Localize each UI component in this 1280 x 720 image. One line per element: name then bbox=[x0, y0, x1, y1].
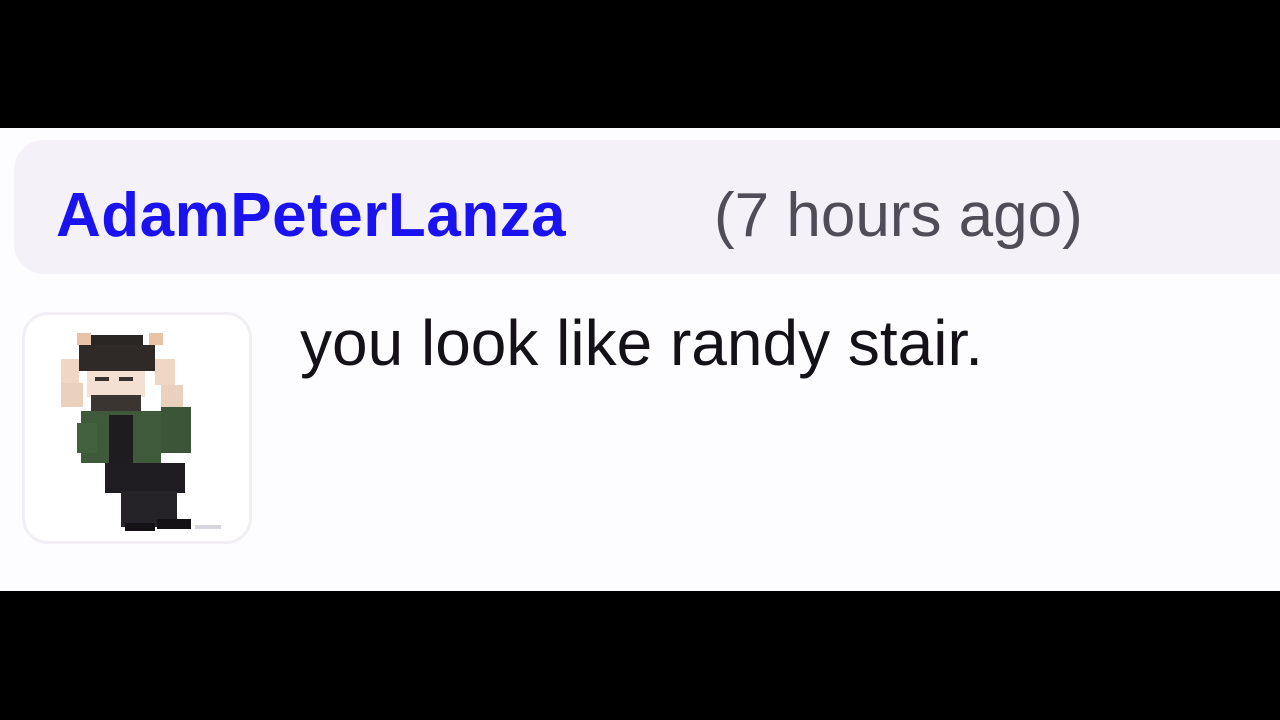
avatar[interactable] bbox=[22, 312, 252, 544]
username-link[interactable]: AdamPeterLanza bbox=[56, 176, 566, 256]
comment-card: AdamPeterLanza (7 hours ago) you look li… bbox=[0, 128, 1280, 591]
comment-header: AdamPeterLanza (7 hours ago) bbox=[14, 140, 1280, 274]
pixel-art-character-avatar-icon bbox=[61, 333, 221, 531]
comment-timestamp: (7 hours ago) bbox=[714, 181, 1083, 250]
letterbox-top bbox=[0, 0, 1280, 128]
letterbox-bottom bbox=[0, 591, 1280, 720]
comment-body: you look like randy stair. bbox=[300, 307, 983, 379]
